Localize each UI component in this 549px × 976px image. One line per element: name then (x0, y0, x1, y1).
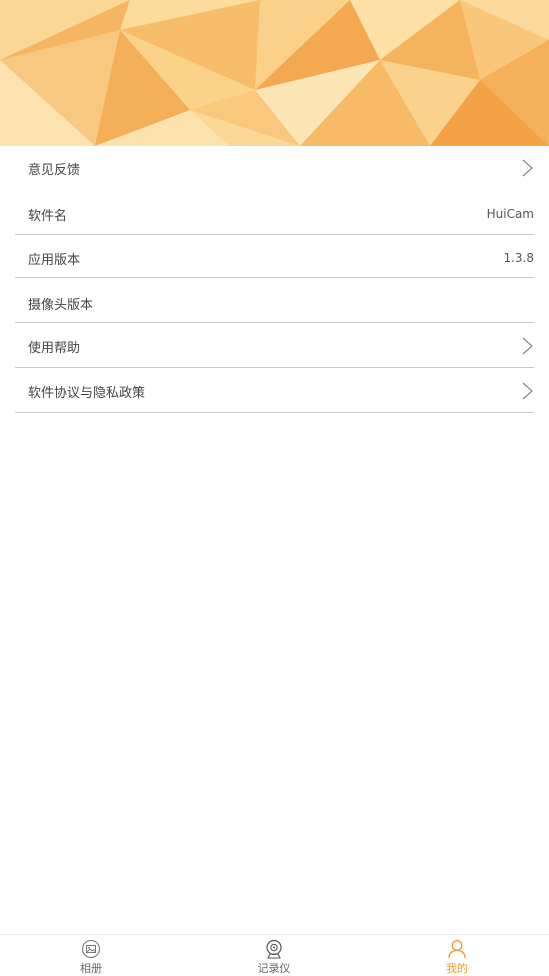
camera-version-row: 摄像头版本 (15, 283, 534, 323)
chevron-right-icon (522, 337, 533, 355)
divider (15, 367, 534, 368)
tab-album[interactable]: 相册 (51, 939, 131, 976)
profile-icon (448, 940, 466, 959)
app-name-label: 软件名 (28, 208, 68, 224)
tab-recorder[interactable]: 记录仪 (234, 939, 314, 976)
app-name-row: 软件名 HuiCam (15, 194, 534, 234)
chevron-right-icon (522, 159, 533, 177)
dashcam-icon (266, 939, 282, 959)
tab-album-label: 相册 (80, 962, 102, 975)
app-name-value: HuiCam (486, 207, 534, 221)
app-version-label: 应用版本 (28, 252, 81, 268)
chevron-right-icon (522, 382, 533, 400)
tab-mine[interactable]: 我的 (417, 939, 497, 976)
tab-recorder-label: 记录仪 (257, 962, 291, 975)
divider (15, 277, 534, 278)
album-icon (81, 939, 101, 959)
feedback-row[interactable]: 意见反馈 (15, 146, 534, 190)
help-label: 使用帮助 (28, 340, 81, 356)
banner-polygon-art (0, 0, 549, 146)
header-banner (0, 0, 549, 146)
help-row[interactable]: 使用帮助 (15, 324, 534, 368)
divider (15, 412, 534, 413)
privacy-policy-label: 软件协议与隐私政策 (28, 385, 146, 401)
camera-version-label: 摄像头版本 (28, 297, 94, 313)
app-version-value: 1.3.8 (503, 251, 534, 265)
privacy-policy-row[interactable]: 软件协议与隐私政策 (15, 369, 534, 413)
tab-mine-label: 我的 (446, 962, 468, 975)
app-version-row: 应用版本 1.3.8 (15, 238, 534, 278)
divider (15, 322, 534, 323)
feedback-label: 意见反馈 (28, 162, 81, 178)
bottom-tab-bar: 相册 记录仪 我的 (0, 934, 549, 976)
divider (15, 234, 534, 235)
